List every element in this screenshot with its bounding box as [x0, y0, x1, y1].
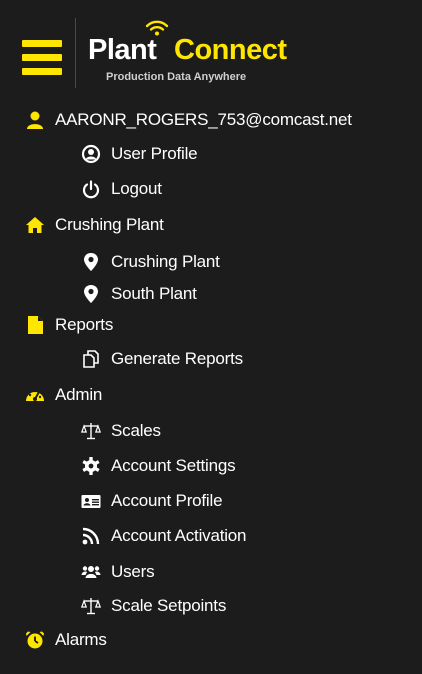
sidebar-item-admin[interactable]: Admin	[24, 379, 102, 411]
hamburger-bar	[22, 68, 62, 75]
sidebar-item-label: Scale Setpoints	[111, 596, 227, 615]
logo-tagline: Production Data Anywhere	[106, 71, 247, 83]
sidebar-item-users[interactable]: Users	[80, 556, 155, 588]
hamburger-menu-icon[interactable]	[22, 40, 62, 80]
logo-word-connect: Connect	[174, 34, 287, 66]
sidebar-item-label: Account Profile	[111, 491, 223, 510]
balance-scale-icon	[80, 595, 102, 617]
sidebar-item-plants[interactable]: Crushing Plant	[24, 209, 164, 241]
sidebar-item-label: Scales	[111, 421, 161, 440]
sidebar-item-label: Admin	[55, 385, 103, 404]
sidebar-item-label: Logout	[111, 179, 162, 198]
sidebar-item-label: Crushing Plant	[111, 252, 220, 271]
hamburger-bar	[22, 54, 62, 61]
sidebar-item-label: Reports	[55, 315, 114, 334]
sidebar-item-user-account[interactable]: AARONR_ROGERS_753@comcast.net	[24, 104, 352, 136]
sidebar-item-plant-crushing[interactable]: Crushing Plant	[80, 246, 220, 278]
sidebar-item-label: Generate Reports	[111, 349, 243, 368]
plant-connect-logo[interactable]: Plant Connect Production Data Anywhere	[86, 12, 326, 92]
map-marker-icon	[80, 251, 102, 273]
gear-icon	[80, 455, 102, 477]
sidebar-item-label: Crushing Plant	[55, 215, 164, 234]
sidebar-item-generate-reports[interactable]: Generate Reports	[80, 343, 243, 375]
alarm-clock-icon	[24, 629, 46, 651]
power-icon	[80, 178, 102, 200]
sidebar-item-label: Users	[111, 562, 155, 581]
sidebar-item-account-profile[interactable]: Account Profile	[80, 485, 223, 517]
home-icon	[24, 214, 46, 236]
sidebar-item-user-profile[interactable]: User Profile	[80, 138, 198, 170]
sidebar-item-scale-setpoints[interactable]: Scale Setpoints	[80, 590, 226, 622]
sidebar-item-alarms[interactable]: Alarms	[24, 624, 107, 656]
sidebar-item-label: User Profile	[111, 144, 198, 163]
logo-word-plant: Plant	[88, 34, 157, 66]
sidebar-item-logout[interactable]: Logout	[80, 173, 162, 205]
sidebar-item-scales[interactable]: Scales	[80, 415, 161, 447]
navigation-drawer: Plant Connect Production Data Anywhere A…	[0, 0, 422, 674]
header-divider	[75, 18, 76, 88]
id-card-icon	[80, 490, 102, 512]
rss-feed-icon	[80, 525, 102, 547]
sidebar-item-reports[interactable]: Reports	[24, 309, 113, 341]
sidebar-item-label: Account Settings	[111, 456, 236, 475]
sidebar-item-label: South Plant	[111, 284, 197, 303]
hamburger-bar	[22, 40, 62, 47]
sidebar-item-label: Account Activation	[111, 526, 247, 545]
sidebar-item-account-settings[interactable]: Account Settings	[80, 450, 236, 482]
user-icon	[24, 109, 46, 131]
users-icon	[80, 561, 102, 583]
sidebar-item-plant-south[interactable]: South Plant	[80, 278, 197, 310]
sidebar-item-account-activation[interactable]: Account Activation	[80, 520, 247, 552]
sidebar-item-label: Alarms	[55, 630, 107, 649]
dashboard-gauge-icon	[24, 384, 46, 406]
sidebar-item-label: AARONR_ROGERS_753@comcast.net	[55, 110, 352, 129]
balance-scale-icon	[80, 420, 102, 442]
drawer-header: Plant Connect Production Data Anywhere	[0, 0, 422, 100]
copy-files-icon	[80, 348, 102, 370]
user-circle-icon	[80, 143, 102, 165]
file-icon	[24, 314, 46, 336]
map-marker-icon	[80, 283, 102, 305]
